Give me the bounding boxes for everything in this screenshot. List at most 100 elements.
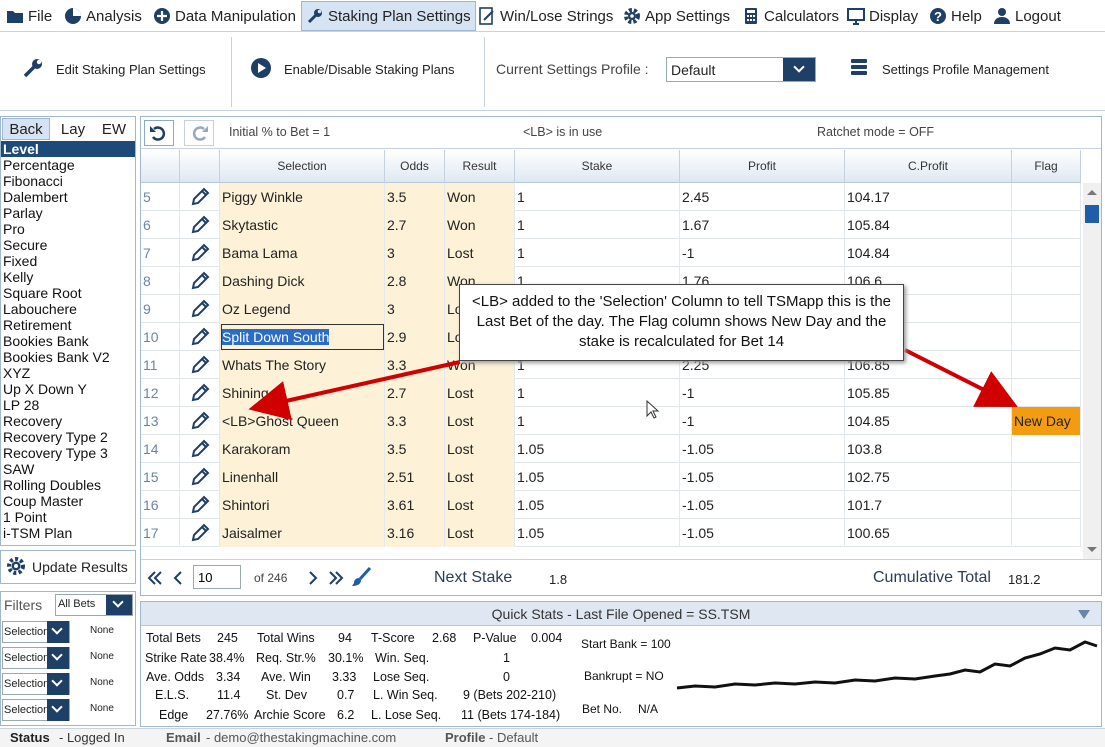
- plan-item[interactable]: Recovery Type 2: [1, 429, 135, 445]
- plan-item[interactable]: Square Root: [1, 285, 135, 301]
- table-row[interactable]: 16 Shintori 3.61 Lost 1.05 -1.05 101.7: [141, 491, 1081, 519]
- brush-icon[interactable]: [350, 566, 372, 588]
- chevron-down-icon[interactable]: [47, 647, 69, 669]
- chevron-down-icon[interactable]: [47, 699, 69, 721]
- cell-sel[interactable]: Bama Lama: [220, 239, 385, 267]
- plan-item[interactable]: Parlay: [1, 205, 135, 221]
- last-page-icon[interactable]: [327, 569, 345, 587]
- edit-row-icon[interactable]: [180, 519, 220, 547]
- edit-row-icon[interactable]: [180, 463, 220, 491]
- plan-item[interactable]: Labouchere: [1, 301, 135, 317]
- plan-item[interactable]: SAW: [1, 461, 135, 477]
- menu-display[interactable]: Display: [843, 1, 922, 31]
- cell-sel[interactable]: <LB>Ghost Queen: [220, 407, 385, 435]
- cell-sel[interactable]: Oz Legend: [220, 295, 385, 323]
- profile-select[interactable]: Default: [666, 57, 816, 82]
- plan-item[interactable]: Pro: [1, 221, 135, 237]
- plan-item[interactable]: Bookies Bank V2: [1, 349, 135, 365]
- header-profit[interactable]: Profit: [680, 150, 845, 183]
- menu-win-lose-strings[interactable]: Win/Lose Strings: [474, 1, 617, 31]
- menu-staking-plan-settings[interactable]: Staking Plan Settings: [301, 1, 476, 31]
- chevron-down-icon[interactable]: [106, 595, 132, 615]
- prev-page-icon[interactable]: [171, 569, 185, 587]
- table-row[interactable]: 15 Linenhall 2.51 Lost 1.05 -1.05 102.75: [141, 463, 1081, 491]
- table-row[interactable]: 13 <LB>Ghost Queen 3.3 Lost 1 -1 104.85 New Day: [141, 407, 1081, 435]
- edit-row-icon[interactable]: [180, 435, 220, 463]
- page-number-input[interactable]: [193, 565, 241, 589]
- header-flag[interactable]: Flag: [1012, 150, 1081, 183]
- scroll-down-icon[interactable]: [1083, 543, 1101, 557]
- edit-row-icon[interactable]: [180, 351, 220, 379]
- chevron-down-icon[interactable]: [47, 673, 69, 695]
- header-result[interactable]: Result: [445, 150, 515, 183]
- menu-help[interactable]: ? Help: [925, 1, 986, 31]
- plan-item[interactable]: Up X Down Y: [1, 381, 135, 397]
- collapse-icon[interactable]: [1077, 608, 1091, 620]
- chevron-down-icon[interactable]: [783, 58, 815, 81]
- plan-item[interactable]: Level: [1, 141, 135, 157]
- edit-row-icon[interactable]: [180, 295, 220, 323]
- table-row[interactable]: 17 Jaisalmer 3.16 Lost 1.05 -1.05 100.65: [141, 519, 1081, 547]
- edit-staking-plan-button[interactable]: Edit Staking Plan Settings: [22, 57, 206, 82]
- redo-button[interactable]: [184, 120, 214, 146]
- cell-sel[interactable]: Skytastic: [220, 211, 385, 239]
- table-row[interactable]: 5 Piggy Winkle 3.5 Won 1 2.45 104.17: [141, 183, 1081, 211]
- plan-item[interactable]: Secure: [1, 237, 135, 253]
- table-row[interactable]: 7 Bama Lama 3 Lost 1 -1 104.84: [141, 239, 1081, 267]
- plan-item[interactable]: Fibonacci: [1, 173, 135, 189]
- edit-row-icon[interactable]: [180, 267, 220, 295]
- plan-item[interactable]: Recovery Type 3: [1, 445, 135, 461]
- update-results-button[interactable]: Update Results: [0, 550, 136, 584]
- plan-item[interactable]: Kelly: [1, 269, 135, 285]
- filters-select[interactable]: All Bets: [55, 594, 133, 616]
- plan-item[interactable]: i-TSM Plan: [1, 525, 135, 541]
- cell-sel[interactable]: Piggy Winkle: [220, 183, 385, 211]
- menu-calculators[interactable]: Calculators: [738, 1, 843, 31]
- cell-sel[interactable]: Dashing Dick: [220, 267, 385, 295]
- tab-ew[interactable]: EW: [95, 118, 133, 140]
- cell-sel[interactable]: Linenhall: [220, 463, 385, 491]
- header-stake[interactable]: Stake: [515, 150, 680, 183]
- cell-sel[interactable]: Split Down South: [220, 323, 385, 351]
- plan-item[interactable]: LP 28: [1, 397, 135, 413]
- cell-sel[interactable]: Whats The Story: [220, 351, 385, 379]
- table-row[interactable]: 12 Shining 2.7 Lost 1 -1 105.85: [141, 379, 1081, 407]
- menu-data-manipulation[interactable]: Data Manipulation: [149, 1, 300, 31]
- header-selection[interactable]: Selection: [220, 150, 385, 183]
- edit-row-icon[interactable]: [180, 239, 220, 267]
- plan-item[interactable]: Fixed: [1, 253, 135, 269]
- settings-profile-management-button[interactable]: Settings Profile Management: [848, 57, 1049, 82]
- plan-item[interactable]: 1 Point: [1, 509, 135, 525]
- menu-analysis[interactable]: Analysis: [60, 1, 146, 31]
- first-page-icon[interactable]: [146, 569, 164, 587]
- edit-row-icon[interactable]: [180, 323, 220, 351]
- tab-back[interactable]: Back: [2, 118, 50, 140]
- edit-row-icon[interactable]: [180, 211, 220, 239]
- scroll-up-icon[interactable]: [1083, 185, 1101, 199]
- plan-item[interactable]: Retirement: [1, 317, 135, 333]
- menu-logout[interactable]: Logout: [989, 1, 1065, 31]
- plan-item[interactable]: Coup Master: [1, 493, 135, 509]
- plan-item[interactable]: Percentage: [1, 157, 135, 173]
- enable-disable-plans-button[interactable]: Enable/Disable Staking Plans: [250, 57, 455, 82]
- cell-sel[interactable]: Shintori: [220, 491, 385, 519]
- vertical-scrollbar[interactable]: [1083, 183, 1101, 559]
- edit-row-icon[interactable]: [180, 407, 220, 435]
- plan-item[interactable]: Dalembert: [1, 189, 135, 205]
- plan-item[interactable]: Bookies Bank: [1, 333, 135, 349]
- next-page-icon[interactable]: [306, 569, 320, 587]
- undo-button[interactable]: [144, 120, 174, 146]
- menu-app-settings[interactable]: App Settings: [619, 1, 734, 31]
- edit-row-icon[interactable]: [180, 183, 220, 211]
- menu-file[interactable]: File: [2, 1, 56, 31]
- plan-item[interactable]: XYZ: [1, 365, 135, 381]
- chevron-down-icon[interactable]: [47, 621, 69, 643]
- header-cprofit[interactable]: C.Profit: [845, 150, 1012, 183]
- header-odds[interactable]: Odds: [385, 150, 445, 183]
- scroll-thumb[interactable]: [1085, 205, 1099, 223]
- table-row[interactable]: 14 Karakoram 3.5 Lost 1.05 -1.05 103.8: [141, 435, 1081, 463]
- plan-item[interactable]: Rolling Doubles: [1, 477, 135, 493]
- cell-sel[interactable]: Shining: [220, 379, 385, 407]
- cell-sel[interactable]: Karakoram: [220, 435, 385, 463]
- table-row[interactable]: 6 Skytastic 2.7 Won 1 1.67 105.84: [141, 211, 1081, 239]
